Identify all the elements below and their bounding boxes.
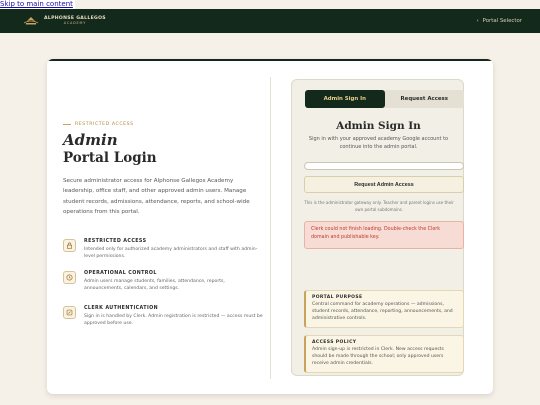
gateway-note: This is the administrator gateway only. … [304, 200, 454, 212]
info-title: ACCESS POLICY [312, 340, 357, 345]
info-title: PORTAL PURPOSE [312, 295, 363, 300]
access-policy-card: ACCESS POLICY Admin sign-up is restricte… [304, 335, 464, 373]
panel-subtitle: Sign in with your approved academy Googl… [308, 136, 449, 150]
chevron-left-icon: ‹ [476, 18, 479, 24]
intro-paragraph: Secure administrator access for Alphonse… [63, 178, 250, 215]
eyebrow-label: RESTRICTED ACCESS [75, 122, 134, 127]
portal-purpose-card: PORTAL PURPOSE Central command for acade… [304, 290, 464, 328]
feature-title: RESTRICTED ACCESS [84, 239, 147, 244]
card-divider [270, 77, 271, 379]
clock-icon [63, 271, 76, 284]
clerk-error-alert: Clerk could not finish loading. Double-c… [304, 221, 464, 249]
portal-selector-label: Portal Selector [482, 18, 522, 24]
feature-desc: Intended only for authorized academy adm… [84, 247, 258, 260]
feature-operational-control: OPERATIONAL CONTROL Admin users manage s… [63, 271, 263, 292]
page-title-line1: Admin [63, 131, 118, 149]
card-accent-bar [47, 59, 493, 61]
auth-panel: Admin Sign In Request Access Admin Sign … [291, 79, 464, 376]
page-title-line2: Portal Login [63, 150, 157, 166]
request-admin-access-button[interactable]: Request Admin Access [304, 176, 464, 193]
feature-desc: Admin users manage students, families, a… [84, 279, 225, 292]
tab-admin-sign-in[interactable]: Admin Sign In [305, 90, 385, 108]
info-desc: Central command for academy operations —… [312, 302, 453, 321]
info-desc: Admin sign-up is restricted in Clerk. Ne… [312, 347, 444, 366]
eyebrow-line [63, 124, 71, 125]
eyebrow: RESTRICTED ACCESS [63, 122, 134, 127]
feature-desc: Sign in is handled by Clerk. Admin regis… [84, 314, 263, 327]
sign-in-input[interactable] [304, 162, 464, 170]
portal-selector-link[interactable]: ‹ Portal Selector [476, 18, 522, 24]
tab-request-access[interactable]: Request Access [385, 90, 465, 108]
lock-icon [63, 239, 76, 252]
top-navbar: ALPHONSE GALLEGOS ACADEMY ‹ Portal Selec… [0, 9, 540, 33]
login-card: RESTRICTED ACCESS Admin Portal Login Sec… [47, 59, 493, 394]
brand-subtitle: ACADEMY [63, 21, 87, 26]
feature-title: CLERK AUTHENTICATION [84, 306, 159, 311]
feature-clerk-authentication: CLERK AUTHENTICATION Sign in is handled … [63, 306, 263, 327]
brand[interactable]: ALPHONSE GALLEGOS ACADEMY [22, 16, 106, 26]
feature-restricted-access: RESTRICTED ACCESS Intended only for auth… [63, 239, 263, 260]
skip-to-content-link[interactable]: Skip to main content [0, 0, 75, 9]
academy-logo-icon [23, 17, 39, 25]
feature-title: OPERATIONAL CONTROL [84, 271, 157, 276]
auth-tabs: Admin Sign In Request Access [305, 90, 464, 108]
panel-title: Admin Sign In [336, 120, 421, 132]
edit-icon [63, 306, 76, 319]
